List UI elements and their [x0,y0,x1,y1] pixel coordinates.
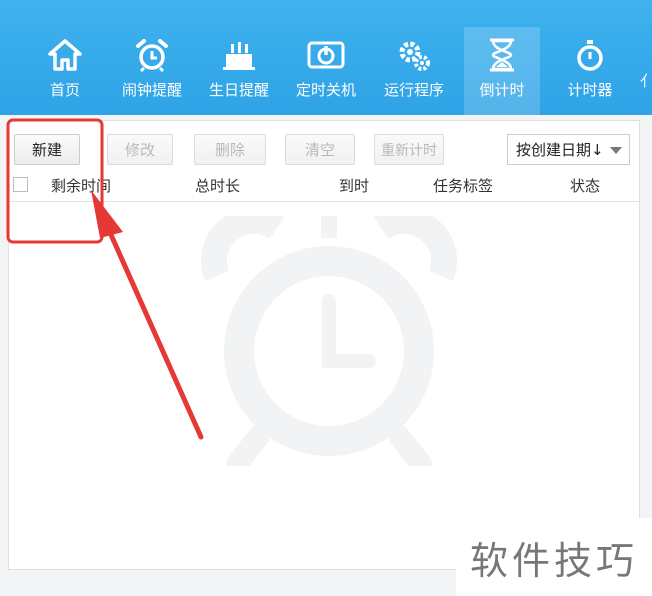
main-toolbar: 首页 闹钟提醒 生日提醒 定时关机 运行程序 倒计时 计时器 亻 [0,0,652,115]
nav-birthday[interactable]: 生日提醒 [201,27,277,115]
status-strip [0,570,456,596]
delete-button[interactable]: 删除 [194,134,266,165]
select-all-checkbox[interactable] [13,177,28,192]
gears-icon [394,35,434,75]
nav-alarm[interactable]: 闹钟提醒 [114,27,190,115]
nav-alarm-label: 闹钟提醒 [121,81,182,99]
nav-home-label: 首页 [49,81,80,99]
birthday-cake-icon [219,35,259,75]
toolbar-overflow-fragment[interactable]: 亻 [640,70,652,91]
countdown-panel: 新建 修改 删除 清空 重新计时 按创建日期↓ 剩余时间 总时长 到时 任务标签… [8,120,640,570]
restart-button[interactable]: 重新计时 [374,134,444,165]
home-icon [45,35,85,75]
nav-countdown[interactable]: 倒计时 [464,27,540,115]
nav-home[interactable]: 首页 [27,27,103,115]
hourglass-icon [482,35,522,75]
column-header-due[interactable]: 到时 [339,175,369,196]
nav-run-program-label: 运行程序 [383,81,444,99]
table-header: 剩余时间 总时长 到时 任务标签 状态 [9,169,639,202]
nav-stopwatch-label: 计时器 [567,81,613,99]
chevron-down-icon [610,147,622,154]
new-button[interactable]: 新建 [14,134,80,165]
stopwatch-icon [570,35,610,75]
watermark-text: 软件技巧 [456,518,652,596]
column-header-remaining[interactable]: 剩余时间 [51,175,111,196]
nav-shutdown[interactable]: 定时关机 [288,27,364,115]
nav-birthday-label: 生日提醒 [208,81,269,99]
nav-shutdown-label: 定时关机 [295,81,356,99]
sort-select[interactable]: 按创建日期↓ [507,134,630,165]
column-header-total[interactable]: 总时长 [195,175,240,196]
alarm-clock-icon [132,35,172,75]
nav-countdown-label: 倒计时 [479,81,525,99]
column-header-tag[interactable]: 任务标签 [433,175,493,196]
clear-button[interactable]: 清空 [285,134,355,165]
power-icon [306,35,346,75]
column-header-status[interactable]: 状态 [570,175,600,196]
nav-stopwatch[interactable]: 计时器 [552,27,628,115]
nav-run-program[interactable]: 运行程序 [376,27,452,115]
sort-select-value: 按创建日期↓ [516,141,604,159]
edit-button[interactable]: 修改 [107,134,173,165]
empty-list-clock-icon [199,207,459,475]
